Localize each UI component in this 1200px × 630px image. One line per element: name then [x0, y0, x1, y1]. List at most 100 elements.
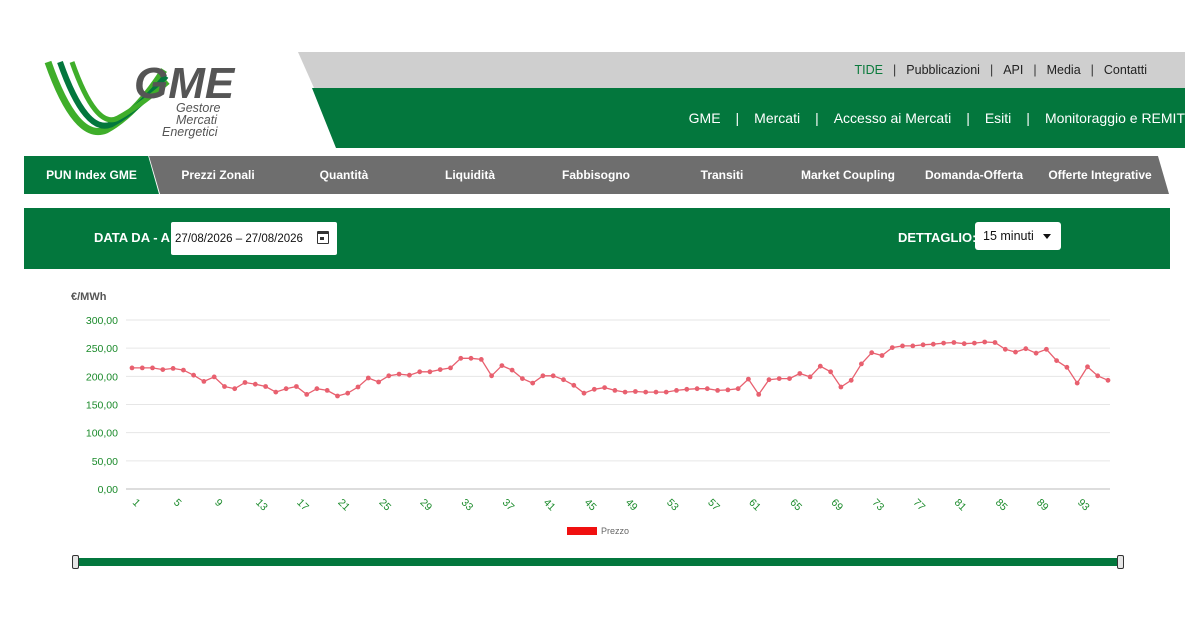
- tab-fabbisogno[interactable]: Fabbisogno: [527, 156, 665, 194]
- data-point: [1002, 346, 1008, 352]
- top-nav-tide[interactable]: TIDE: [855, 63, 883, 77]
- main-nav-mercati[interactable]: Mercati: [754, 110, 800, 126]
- separator: |: [735, 110, 740, 126]
- slider-handle-left[interactable]: [72, 555, 79, 569]
- data-point: [335, 393, 340, 399]
- data-point: [704, 386, 710, 392]
- separator: |: [966, 110, 970, 126]
- data-point: [150, 365, 155, 371]
- x-tick-label: 21: [335, 497, 352, 514]
- data-point: [273, 389, 279, 395]
- data-point: [561, 377, 566, 383]
- x-tick-label: 61: [746, 497, 763, 514]
- separator: |: [893, 63, 897, 77]
- tab-prezzi-zonali[interactable]: Prezzi Zonali: [149, 156, 287, 194]
- data-point: [961, 341, 967, 347]
- y-tick-label: 0,00: [98, 484, 119, 496]
- tab-domanda-offerta[interactable]: Domanda-Offerta: [905, 156, 1043, 194]
- data-point: [900, 343, 905, 349]
- data-point: [211, 374, 217, 380]
- data-point: [304, 392, 310, 397]
- data-point: [807, 374, 813, 380]
- data-point: [848, 377, 854, 383]
- top-nav-media[interactable]: Media: [1047, 63, 1081, 77]
- y-tick-label: 50,00: [92, 456, 118, 468]
- y-tick-label: 150,00: [86, 400, 118, 412]
- calendar-icon[interactable]: [317, 231, 329, 244]
- series-line: [132, 341, 1109, 397]
- data-point: [407, 372, 412, 378]
- data-point: [139, 365, 145, 371]
- data-point: [663, 389, 669, 395]
- data-point: [879, 353, 885, 358]
- data-point: [910, 343, 916, 349]
- slider-handle-right[interactable]: [1117, 555, 1124, 569]
- data-point: [201, 379, 207, 384]
- data-point: [1033, 350, 1039, 356]
- x-tick-label: 5: [171, 497, 184, 510]
- legend-label: Prezzo: [601, 526, 629, 536]
- data-point: [715, 388, 720, 393]
- data-point: [263, 384, 268, 389]
- x-tick-label: 41: [541, 497, 558, 514]
- x-tick-label: 77: [911, 497, 928, 514]
- tab-quantita[interactable]: Quantità: [275, 156, 413, 194]
- tab-pun-index[interactable]: PUN Index GME: [24, 156, 159, 194]
- data-point: [355, 384, 361, 390]
- data-point: [437, 367, 443, 372]
- data-point: [797, 371, 803, 376]
- legend[interactable]: Prezzo: [567, 526, 629, 536]
- x-tick-label: 33: [459, 497, 476, 514]
- data-point: [591, 386, 597, 392]
- main-nav-monitoraggio[interactable]: Monitoraggio e REMIT: [1045, 110, 1185, 126]
- top-nav-contatti[interactable]: Contatti: [1104, 63, 1147, 77]
- range-slider[interactable]: [72, 555, 1124, 569]
- data-point: [232, 386, 238, 392]
- data-point: [602, 385, 607, 390]
- caret-down-icon: [1043, 234, 1051, 239]
- top-nav-api[interactable]: API: [1003, 63, 1023, 77]
- tab-liquidita[interactable]: Liquidità: [401, 156, 539, 194]
- y-axis-label: €/MWh: [71, 291, 107, 303]
- data-point: [1054, 358, 1059, 363]
- tab-transiti[interactable]: Transiti: [653, 156, 791, 194]
- data-point: [633, 389, 638, 394]
- data-point: [622, 389, 628, 395]
- tab-offerte-integrative[interactable]: Offerte Integrative: [1031, 156, 1169, 194]
- y-axis-ticks: 0,00 50,00 100,00 150,00 200,00 250,00 300,00: [86, 315, 118, 496]
- data-point: [653, 389, 659, 395]
- data-point: [520, 376, 525, 381]
- data-point: [129, 365, 135, 371]
- x-tick-label: 53: [664, 497, 681, 514]
- top-nav-pubblicazioni[interactable]: Pubblicazioni: [906, 63, 980, 77]
- data-point: [191, 372, 197, 378]
- x-tick-label: 29: [418, 497, 435, 514]
- data-point: [550, 373, 556, 379]
- data-point: [746, 376, 751, 382]
- filter-bar: DATA DA - A: 27/08/2026 – 27/08/2026 DET…: [24, 208, 1170, 269]
- date-range-label: DATA DA - A:: [94, 230, 175, 245]
- data-point: [941, 340, 946, 346]
- main-nav-accesso[interactable]: Accesso ai Mercati: [834, 110, 951, 126]
- data-point: [314, 386, 320, 392]
- data-point: [489, 373, 494, 379]
- x-tick-label: 17: [294, 497, 311, 514]
- data-point: [376, 379, 381, 385]
- detail-select[interactable]: 15 minuti: [975, 222, 1061, 250]
- main-nav-gme[interactable]: GME: [689, 110, 721, 126]
- gme-logo[interactable]: GME Gestore Mercati Energetici: [16, 52, 346, 148]
- data-point: [859, 361, 864, 367]
- main-nav-esiti[interactable]: Esiti: [985, 110, 1011, 126]
- data-point: [992, 340, 998, 345]
- data-point: [417, 369, 423, 375]
- data-point: [222, 384, 227, 389]
- date-range-input[interactable]: 27/08/2026 – 27/08/2026: [171, 222, 337, 255]
- x-tick-label: 69: [828, 497, 845, 514]
- separator: |: [1090, 63, 1094, 77]
- data-point: [684, 386, 690, 392]
- tab-market-coupling[interactable]: Market Coupling: [779, 156, 917, 194]
- data-point: [1105, 377, 1111, 383]
- data-point: [427, 369, 433, 375]
- data-point: [160, 367, 166, 372]
- data-point: [1013, 349, 1018, 355]
